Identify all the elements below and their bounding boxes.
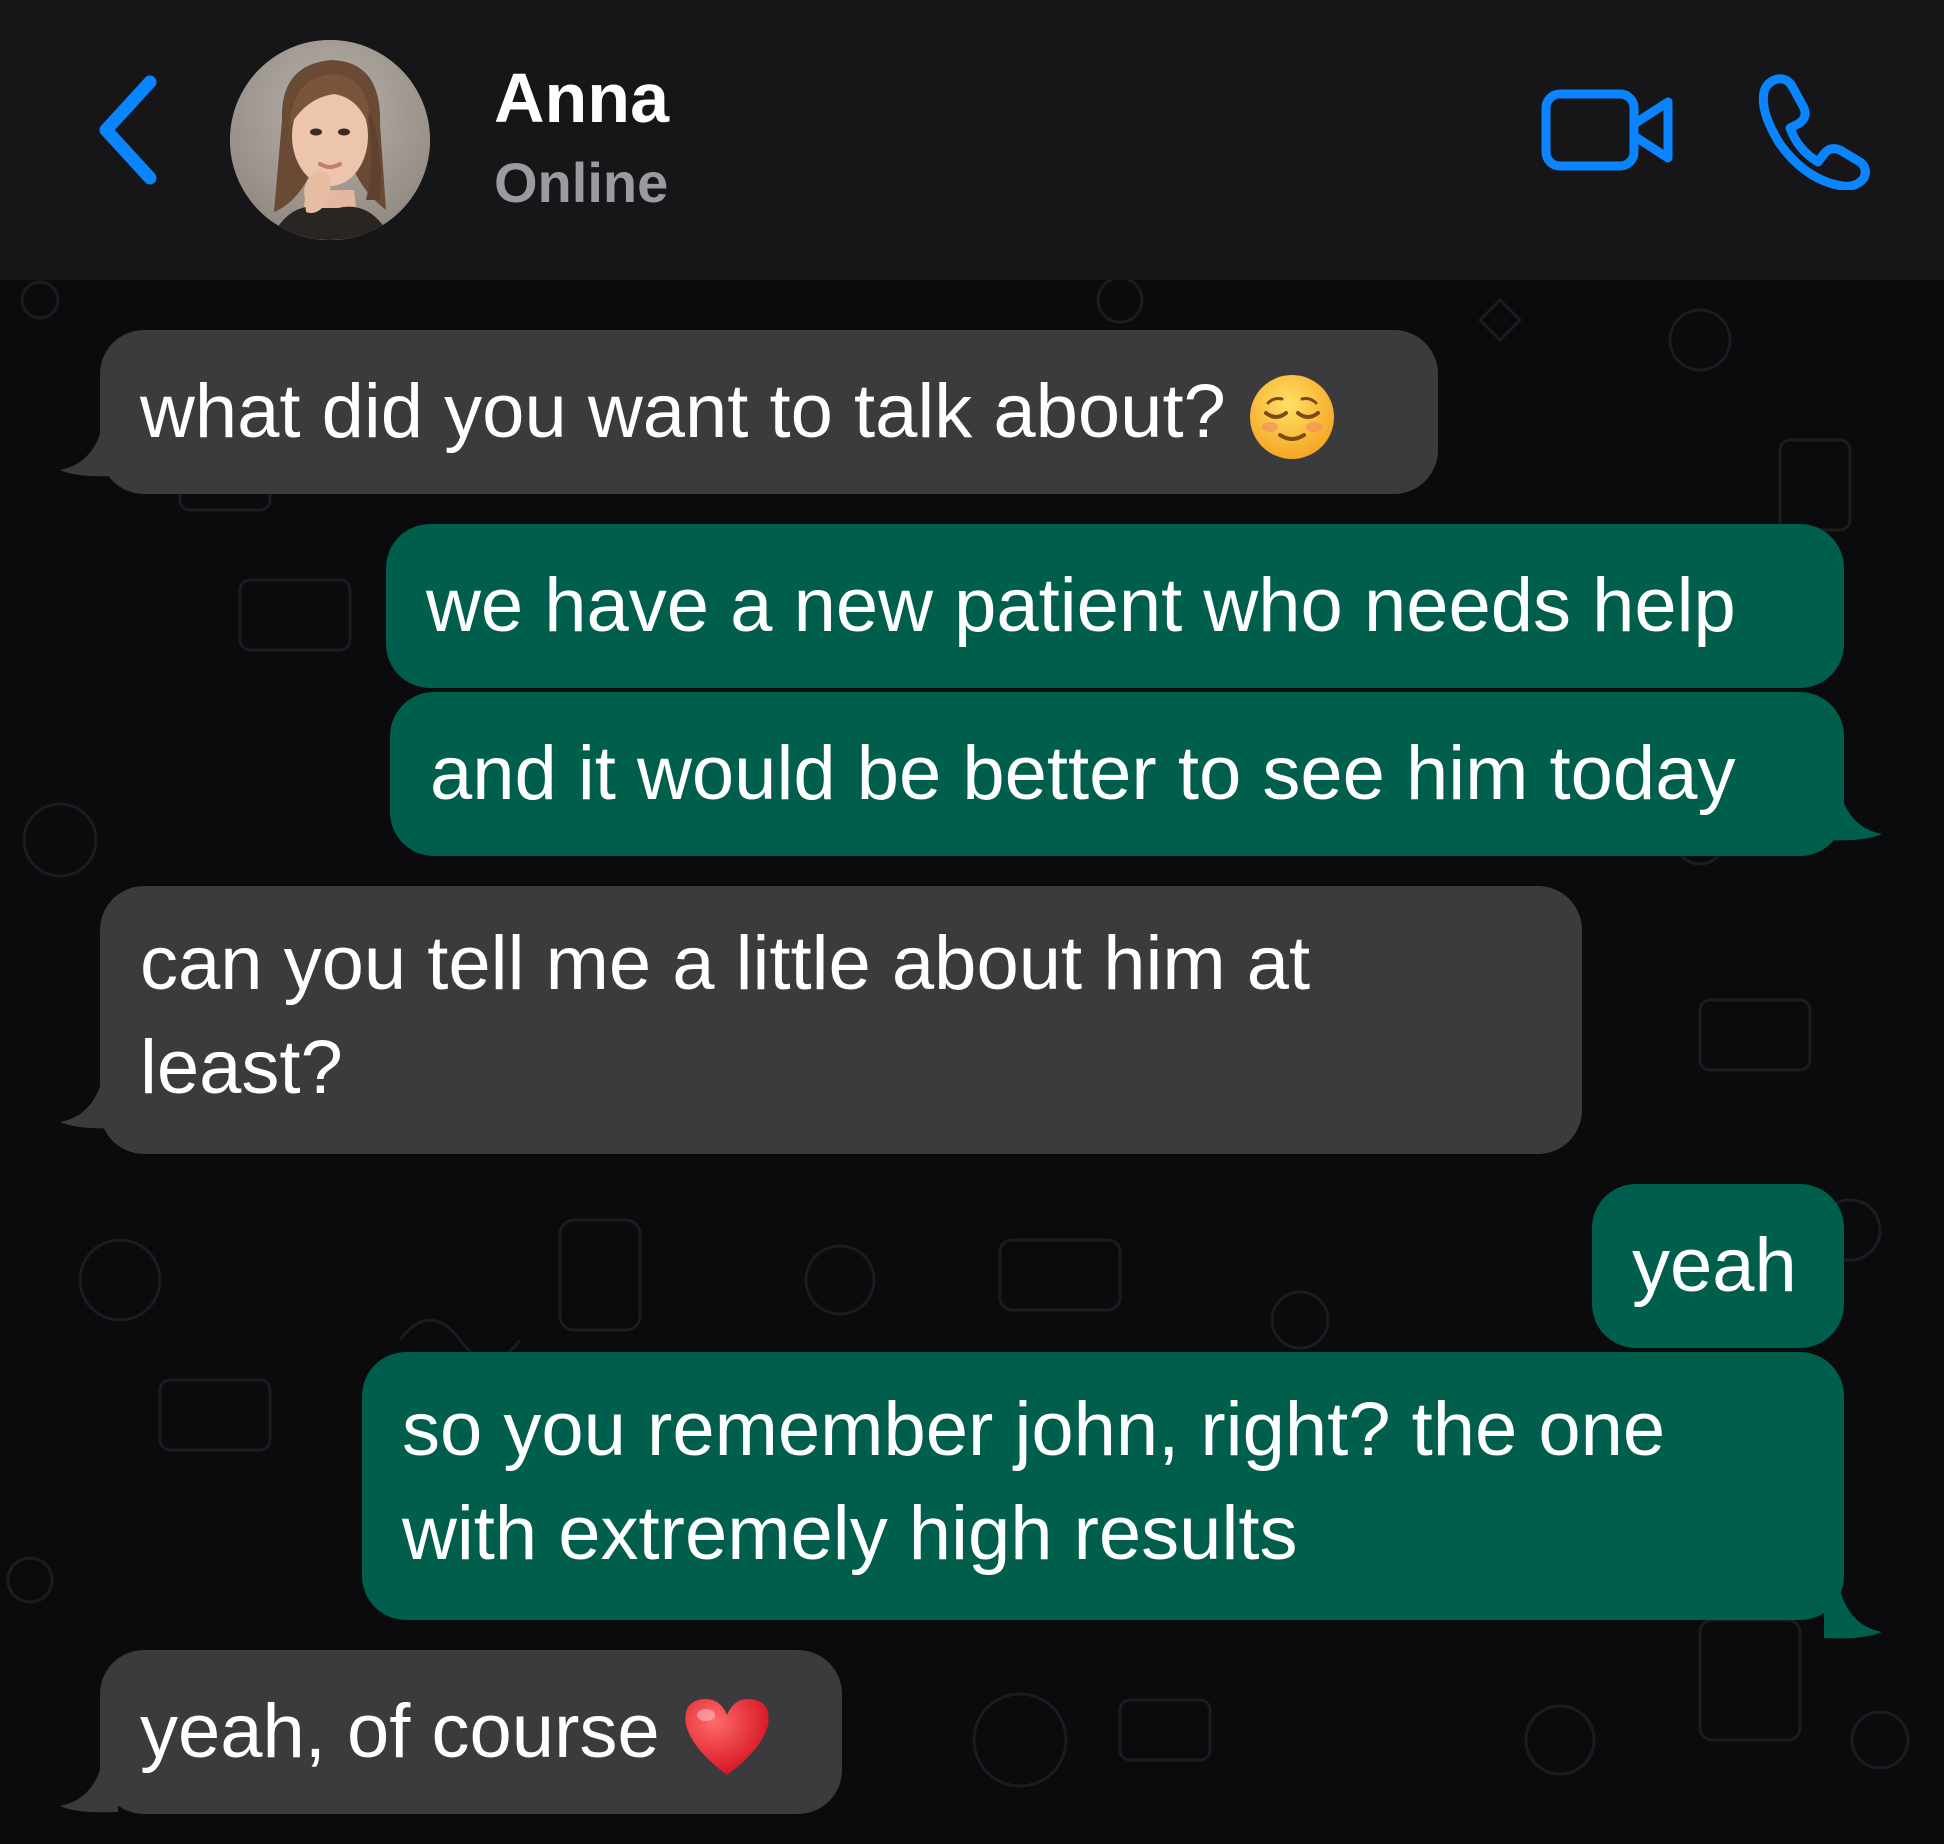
message-bubble-outgoing[interactable]: yeah [1592, 1184, 1844, 1348]
contact-status: Online [494, 151, 669, 214]
chat-header: Anna Online [0, 0, 1944, 280]
message-bubble-incoming[interactable]: yeah, of course [100, 1650, 842, 1814]
back-button[interactable] [88, 70, 178, 190]
message-bubble-incoming[interactable]: can you tell me a little about him at le… [100, 886, 1582, 1154]
message-text: we have a new patient who needs help [426, 563, 1736, 648]
message-bubble-incoming[interactable]: what did you want to talk about? [100, 330, 1438, 494]
message-text: and it would be better to see him today [430, 731, 1736, 816]
message-bubble-outgoing[interactable]: we have a new patient who needs help [386, 524, 1844, 688]
contact-photo [230, 40, 430, 240]
message-text: can you tell me a little about him at le… [140, 921, 1311, 1110]
voice-call-button[interactable] [1752, 70, 1872, 191]
message-list[interactable]: what did you want to talk about? we have… [0, 280, 1944, 1844]
message-text: so you remember john, right? the one wit… [402, 1387, 1666, 1576]
chevron-left-icon [99, 75, 157, 185]
phone-icon [1758, 74, 1870, 191]
red-heart-emoji [685, 1698, 769, 1775]
message-text: yeah [1632, 1223, 1797, 1308]
avatar[interactable] [230, 40, 430, 240]
message-bubble-outgoing[interactable]: so you remember john, right? the one wit… [362, 1352, 1844, 1620]
chat-screen: Anna Online what did you want to talk ab… [0, 0, 1944, 1844]
message-bubble-outgoing[interactable]: and it would be better to see him today [390, 692, 1844, 856]
message-text: what did you want to talk about? [140, 369, 1226, 454]
video-call-button[interactable] [1538, 80, 1678, 180]
video-camera-icon [1541, 89, 1673, 171]
message-text: yeah, of course [140, 1689, 660, 1774]
relieved-face-emoji [1249, 374, 1334, 459]
contact-name[interactable]: Anna [494, 58, 669, 138]
